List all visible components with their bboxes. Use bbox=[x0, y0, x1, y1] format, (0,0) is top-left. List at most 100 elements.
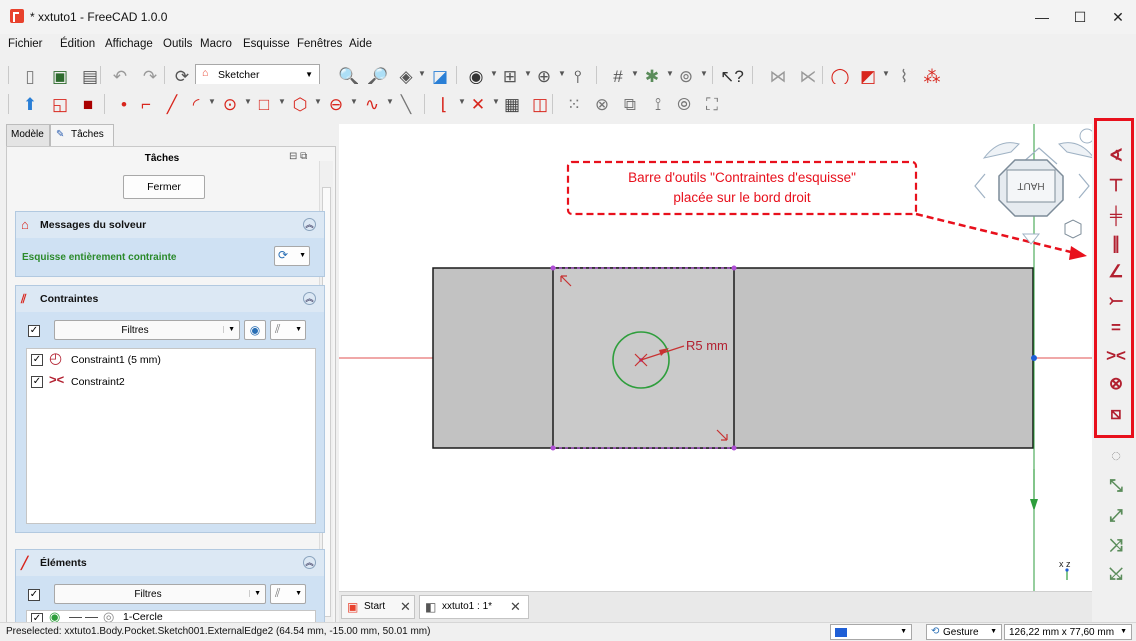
close-task-button[interactable]: Fermer bbox=[123, 175, 205, 199]
visibility-button[interactable]: ◉ bbox=[244, 320, 266, 340]
bspline-tool-icon[interactable]: ⤨ bbox=[1104, 534, 1128, 558]
polyline-icon[interactable]: ⌐ bbox=[134, 92, 158, 116]
menu-outils[interactable]: Outils bbox=[163, 38, 192, 50]
solver-header[interactable]: ⌂ Messages du solveur ︽ bbox=[16, 212, 324, 238]
section-view-icon[interactable]: ■ bbox=[76, 92, 100, 116]
leave-sketch-icon[interactable]: ⬆ bbox=[18, 92, 42, 116]
constraint-checkbox[interactable]: ✓ bbox=[31, 354, 43, 366]
tab-model[interactable]: Modèle bbox=[6, 124, 50, 146]
bspline-icon[interactable]: ∿ bbox=[360, 92, 384, 116]
menu-fichier[interactable]: Fichier bbox=[8, 38, 43, 50]
coincident-unified-icon[interactable]: ⊤ bbox=[1104, 174, 1128, 198]
carbon-copy-icon[interactable]: ▦ bbox=[500, 92, 524, 116]
copy-icon[interactable]: ⟟ bbox=[646, 92, 670, 116]
rectangle-icon[interactable]: □ bbox=[252, 92, 276, 116]
dimension-constraint-icon[interactable]: ∢ bbox=[1104, 144, 1128, 168]
circle-icon[interactable]: ⊙ bbox=[218, 92, 242, 116]
nav-rotate-left-icon[interactable] bbox=[982, 142, 1020, 159]
maximize-button[interactable]: ☐ bbox=[1062, 4, 1098, 30]
vertex-point[interactable] bbox=[550, 265, 556, 271]
menu-fenetres[interactable]: Fenêtres bbox=[297, 38, 342, 50]
slot-icon[interactable]: ⊖ bbox=[324, 92, 348, 116]
dimensions-display[interactable]: 126,22 mm x 77,60 mm ▼ bbox=[1004, 624, 1132, 640]
perpendicular-icon[interactable]: ∠ bbox=[1104, 260, 1128, 284]
collapse-icon[interactable]: ︽ bbox=[303, 556, 316, 569]
radius-constraint-icon: ◴ bbox=[49, 350, 63, 367]
close-tab-icon[interactable]: ✕ bbox=[510, 596, 521, 618]
block-icon[interactable]: ⊗ bbox=[1104, 372, 1128, 396]
3d-viewport[interactable]: R5 mm Barre d'outils "Contraintes d'esqu… bbox=[339, 124, 1092, 591]
dock-float-icon[interactable]: ⊟ ⧉ bbox=[289, 151, 307, 162]
constraints-header[interactable]: ⫽ Contraintes ︽ bbox=[16, 286, 324, 312]
nav-rotate-right-icon[interactable] bbox=[1058, 142, 1092, 159]
horizontal-vertical-icon[interactable]: ╪ bbox=[1104, 204, 1128, 228]
menu-edition[interactable]: Édition bbox=[60, 38, 95, 50]
point-icon[interactable]: • bbox=[112, 92, 136, 116]
draw-style-selector[interactable]: ▼ bbox=[830, 624, 912, 640]
external-geometry-icon[interactable]: ╲ bbox=[394, 92, 418, 116]
list-item[interactable]: ✓ ◴ Constraint1 (5 mm) bbox=[27, 349, 315, 371]
menu-macro[interactable]: Macro bbox=[200, 38, 232, 50]
construction-icon[interactable]: ◫ bbox=[528, 92, 552, 116]
tab-tasks[interactable]: ✎ Tâches bbox=[50, 124, 114, 146]
equal-icon[interactable]: = bbox=[1104, 316, 1128, 340]
elements-select-all-checkbox[interactable]: ✓ bbox=[28, 589, 40, 601]
vertex-point[interactable] bbox=[731, 265, 737, 271]
view-sketch-icon[interactable]: ◱ bbox=[48, 92, 72, 116]
solver-update-button[interactable]: ⟳ ▼ bbox=[274, 246, 310, 266]
nav-arrow-left-icon[interactable] bbox=[974, 173, 986, 199]
document-icon: ◧ bbox=[425, 600, 437, 614]
collapse-icon[interactable]: ︽ bbox=[303, 292, 316, 305]
extend-tool-icon[interactable]: ⤡ bbox=[1104, 474, 1128, 498]
close-button[interactable]: ✕ bbox=[1100, 4, 1136, 30]
select-all-checkbox[interactable]: ✓ bbox=[28, 325, 40, 337]
constraints-filter-select[interactable]: Filtres ▼ bbox=[54, 320, 240, 340]
scale-icon[interactable]: ⛶ bbox=[700, 92, 724, 116]
menu-aide[interactable]: Aide bbox=[349, 38, 372, 50]
status-message: Preselected: xxtuto1.Body.Pocket.Sketch0… bbox=[6, 626, 431, 637]
split-tool-icon[interactable]: ⤢ bbox=[1104, 504, 1128, 528]
geometry-tool-icon[interactable]: ◌ bbox=[1104, 444, 1128, 468]
origin-point[interactable] bbox=[1031, 355, 1037, 361]
constraint-settings-button[interactable]: ⫽ ▼ bbox=[270, 320, 306, 340]
sketch-canvas[interactable]: R5 mm Barre d'outils "Contraintes d'esqu… bbox=[339, 124, 1092, 591]
menu-esquisse[interactable]: Esquisse bbox=[243, 38, 290, 50]
knot-tool-icon[interactable]: ⤩ bbox=[1104, 562, 1128, 586]
tab-start[interactable]: ▣ Start ✕ bbox=[341, 595, 415, 619]
elements-filter-select[interactable]: Filtres ▼ bbox=[54, 584, 266, 604]
trim-icon[interactable]: ✕ bbox=[466, 92, 490, 116]
elements-header[interactable]: ╱ Éléments ︽ bbox=[16, 550, 324, 576]
menu-affichage[interactable]: Affichage bbox=[105, 38, 153, 50]
annotation-arrow-line bbox=[915, 212, 1080, 256]
symmetry-icon[interactable]: ⊗ bbox=[590, 92, 614, 116]
parallel-icon[interactable]: ∥ bbox=[1104, 232, 1128, 256]
fillet-icon[interactable]: ⌊ bbox=[432, 92, 456, 116]
arc-icon[interactable]: ◜ bbox=[184, 92, 208, 116]
nav-menu-icon[interactable] bbox=[1079, 128, 1092, 144]
element-settings-button[interactable]: ⫽ ▼ bbox=[270, 584, 306, 604]
nav-arrow-right-icon[interactable] bbox=[1078, 173, 1090, 199]
clone-icon[interactable]: ⧉ bbox=[618, 92, 642, 116]
minimize-button[interactable]: — bbox=[1024, 4, 1060, 30]
navigation-style-selector[interactable]: ⟲ Gesture ▼ bbox=[926, 624, 1002, 640]
chevron-down-icon: ▼ bbox=[249, 590, 261, 597]
move-icon[interactable]: ⦾ bbox=[672, 92, 696, 116]
constraint-checkbox[interactable]: ✓ bbox=[31, 376, 43, 388]
toggle-driving-icon[interactable]: ⧅ bbox=[1104, 402, 1128, 426]
vertex-point[interactable] bbox=[550, 445, 556, 451]
vertex-point[interactable] bbox=[731, 445, 737, 451]
tab-tasks-label: Tâches bbox=[71, 129, 104, 140]
tab-xxtuto1[interactable]: ◧ xxtuto1 : 1* ✕ bbox=[419, 595, 529, 619]
list-item[interactable]: ✓ >< Constraint2 bbox=[27, 371, 315, 393]
polygon-icon[interactable]: ⬡ bbox=[288, 92, 312, 116]
sketcher-geometry-toolbar: ⬆ ◱ ■ • ⌐ ╱ ◜ ▼ ⊙ ▼ □ ▼ ⬡ ▼ ⊖ ▼ ∿ ▼ ╲ ⌊ … bbox=[0, 84, 1136, 124]
line-icon[interactable]: ╱ bbox=[160, 92, 184, 116]
tangent-icon[interactable]: ⤚ bbox=[1104, 288, 1128, 312]
close-tab-icon[interactable]: ✕ bbox=[400, 596, 411, 618]
array-icon[interactable]: ⁙ bbox=[562, 92, 586, 116]
symmetric-icon[interactable]: >< bbox=[1104, 344, 1128, 368]
nav-small-cube-icon[interactable] bbox=[1064, 219, 1082, 239]
radius-dimension-label[interactable]: R5 mm bbox=[686, 338, 728, 353]
workbench-selector[interactable]: ⌂ Sketcher ▼ bbox=[195, 64, 320, 86]
collapse-icon[interactable]: ︽ bbox=[303, 218, 316, 231]
